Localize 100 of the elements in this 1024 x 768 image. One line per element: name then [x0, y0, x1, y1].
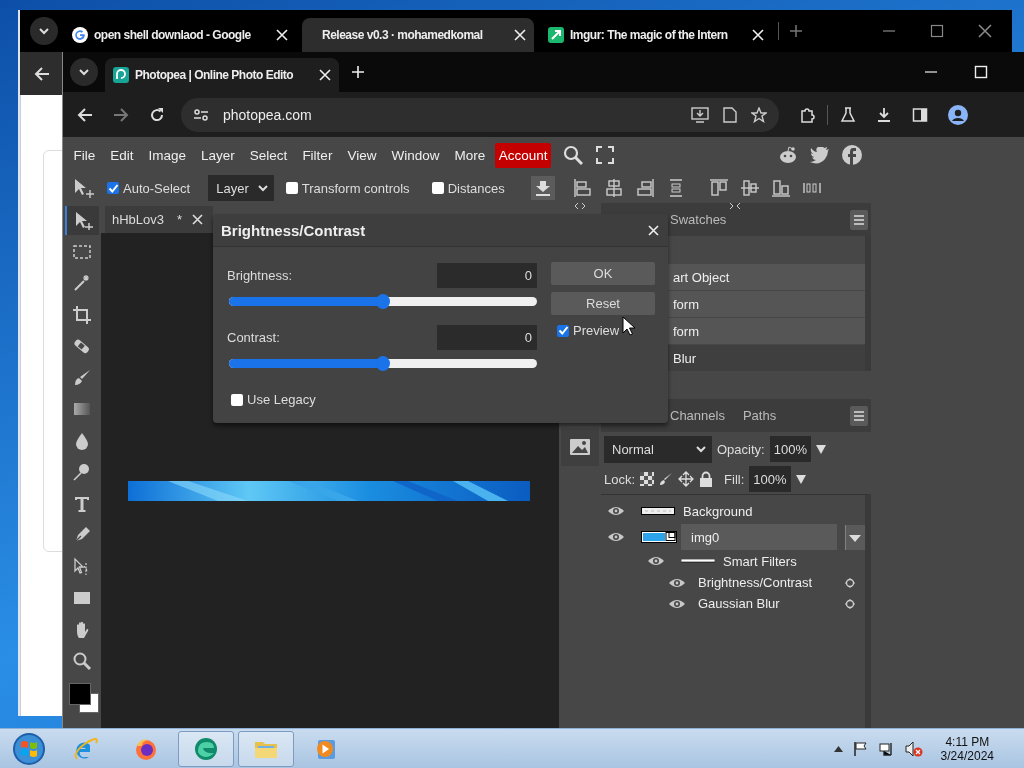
align-icon[interactable]: [603, 178, 624, 198]
opacity-field[interactable]: 100%: [769, 436, 811, 462]
align-icon[interactable]: [770, 178, 791, 198]
avatar-icon[interactable]: [948, 104, 968, 125]
dropdown-triangle-icon[interactable]: [795, 474, 806, 484]
eye-icon[interactable]: [607, 505, 625, 517]
tool-button[interactable]: [65, 206, 99, 235]
menu-item[interactable]: File: [66, 143, 103, 167]
taskbar-button[interactable]: [178, 730, 234, 767]
fullscreen-icon[interactable]: [596, 146, 615, 164]
blend-mode-dropdown[interactable]: Normal: [604, 435, 712, 463]
filter-settings-icon[interactable]: [845, 577, 855, 588]
close-icon[interactable]: [978, 24, 992, 38]
caret-icon[interactable]: [256, 182, 269, 194]
maximize-icon[interactable]: [930, 24, 944, 38]
align-icon[interactable]: [739, 178, 760, 198]
site-settings-icon[interactable]: [193, 107, 209, 122]
align-icon[interactable]: [634, 178, 655, 198]
layer-name[interactable]: Background: [683, 503, 865, 519]
move-tool-icon[interactable]: [73, 178, 95, 198]
checkbox[interactable]: [285, 182, 298, 194]
show-hidden-icons[interactable]: [833, 745, 843, 752]
eye-icon[interactable]: [647, 555, 665, 567]
url-text[interactable]: photopea.com: [223, 106, 312, 123]
panel-tab[interactable]: Channels: [670, 408, 725, 423]
eye-icon[interactable]: [607, 531, 625, 543]
flask-icon[interactable]: [840, 106, 856, 123]
slider-thumb[interactable]: [376, 294, 390, 309]
menu-item[interactable]: View: [339, 143, 384, 167]
panel-menu-button[interactable]: [850, 405, 868, 426]
checkbox[interactable]: [107, 182, 119, 194]
clock[interactable]: 4:11 PM 3/24/2024: [940, 734, 994, 763]
panel-tab[interactable]: Paths: [742, 408, 777, 423]
dialog-button[interactable]: OK: [551, 262, 655, 285]
caret-icon[interactable]: [695, 443, 707, 455]
page-icon[interactable]: [723, 106, 737, 123]
checkbox[interactable]: [431, 182, 444, 194]
checkbox[interactable]: [557, 324, 569, 337]
download-button[interactable]: [530, 176, 555, 200]
extensions-icon[interactable]: [799, 106, 815, 123]
value-field[interactable]: 0: [437, 325, 537, 350]
align-icon[interactable]: [708, 178, 729, 198]
slider-thumb[interactable]: [376, 356, 390, 371]
menu-item[interactable]: Image: [141, 143, 194, 167]
menu-item[interactable]: More: [446, 143, 493, 167]
checkerboard-icon[interactable]: [640, 472, 655, 486]
panel-menu-button[interactable]: [850, 209, 868, 230]
volume-muted-icon[interactable]: [904, 740, 923, 757]
menu-item[interactable]: Select: [242, 143, 295, 167]
checkbox[interactable]: [231, 393, 243, 406]
dialog-button[interactable]: Reset: [551, 292, 655, 315]
search-icon[interactable]: [563, 145, 584, 165]
align-icon[interactable]: [572, 178, 593, 198]
tab-list-button[interactable]: [30, 17, 58, 45]
target-dropdown[interactable]: Layer: [208, 175, 274, 201]
download-icon[interactable]: [876, 106, 892, 123]
panel-button[interactable]: [561, 428, 599, 466]
move-arrows-icon[interactable]: [678, 471, 695, 487]
caret-icon[interactable]: [38, 25, 50, 37]
facebook-icon[interactable]: [842, 145, 862, 165]
layer-name[interactable]: Gaussian Blur: [698, 596, 837, 611]
side-panel-icon[interactable]: [912, 106, 928, 123]
foreground-color-swatch[interactable]: [69, 682, 91, 705]
fill-field[interactable]: 100%: [749, 466, 791, 492]
browser-tab[interactable]: open shell downlaod - Google: [64, 18, 296, 52]
layer-name[interactable]: Brightness/Contrast: [698, 575, 837, 590]
layer-name[interactable]: img0: [681, 524, 837, 550]
flag-icon[interactable]: [852, 740, 869, 757]
browser-tab[interactable]: Release v0.3 · mohamedkomal: [302, 18, 534, 52]
lock-icon[interactable]: [699, 471, 714, 487]
filter-settings-icon[interactable]: [845, 598, 855, 609]
caret-icon[interactable]: [78, 66, 90, 78]
network-icon[interactable]: [878, 740, 895, 757]
start-button-icon[interactable]: [12, 731, 46, 766]
brush-icon[interactable]: [659, 472, 674, 486]
back-icon[interactable]: [77, 106, 93, 123]
address-bar[interactable]: photopea.com: [181, 97, 779, 132]
menu-item[interactable]: Filter: [294, 143, 340, 167]
account-button[interactable]: Account: [494, 142, 552, 168]
layer-name[interactable]: Smart Filters: [723, 553, 797, 569]
eye-icon[interactable]: [668, 576, 686, 589]
reddit-icon[interactable]: [778, 146, 798, 164]
document-tab[interactable]: hHbLov3 *: [105, 206, 213, 233]
twitter-icon[interactable]: [810, 146, 830, 164]
eye-icon[interactable]: [668, 597, 686, 610]
value-field[interactable]: 0: [437, 263, 537, 288]
slider-track[interactable]: [229, 359, 537, 368]
back-icon[interactable]: [34, 65, 50, 82]
collapse-arrows-icon[interactable]: [574, 203, 586, 209]
menu-item[interactable]: Layer: [193, 143, 243, 167]
dropdown-triangle-icon[interactable]: [815, 444, 826, 454]
browser-tab[interactable]: Imgur: The magic of the Intern: [540, 18, 772, 52]
star-icon[interactable]: [751, 106, 767, 123]
tab-list-button[interactable]: [70, 58, 98, 86]
slider-track[interactable]: [229, 297, 537, 306]
browser-tab[interactable]: Photopea | Online Photo Edito: [105, 58, 339, 92]
menu-item[interactable]: Edit: [102, 143, 142, 167]
panel-tab[interactable]: Swatches: [670, 212, 727, 227]
forward-icon[interactable]: [113, 106, 129, 123]
reload-icon[interactable]: [149, 106, 165, 123]
